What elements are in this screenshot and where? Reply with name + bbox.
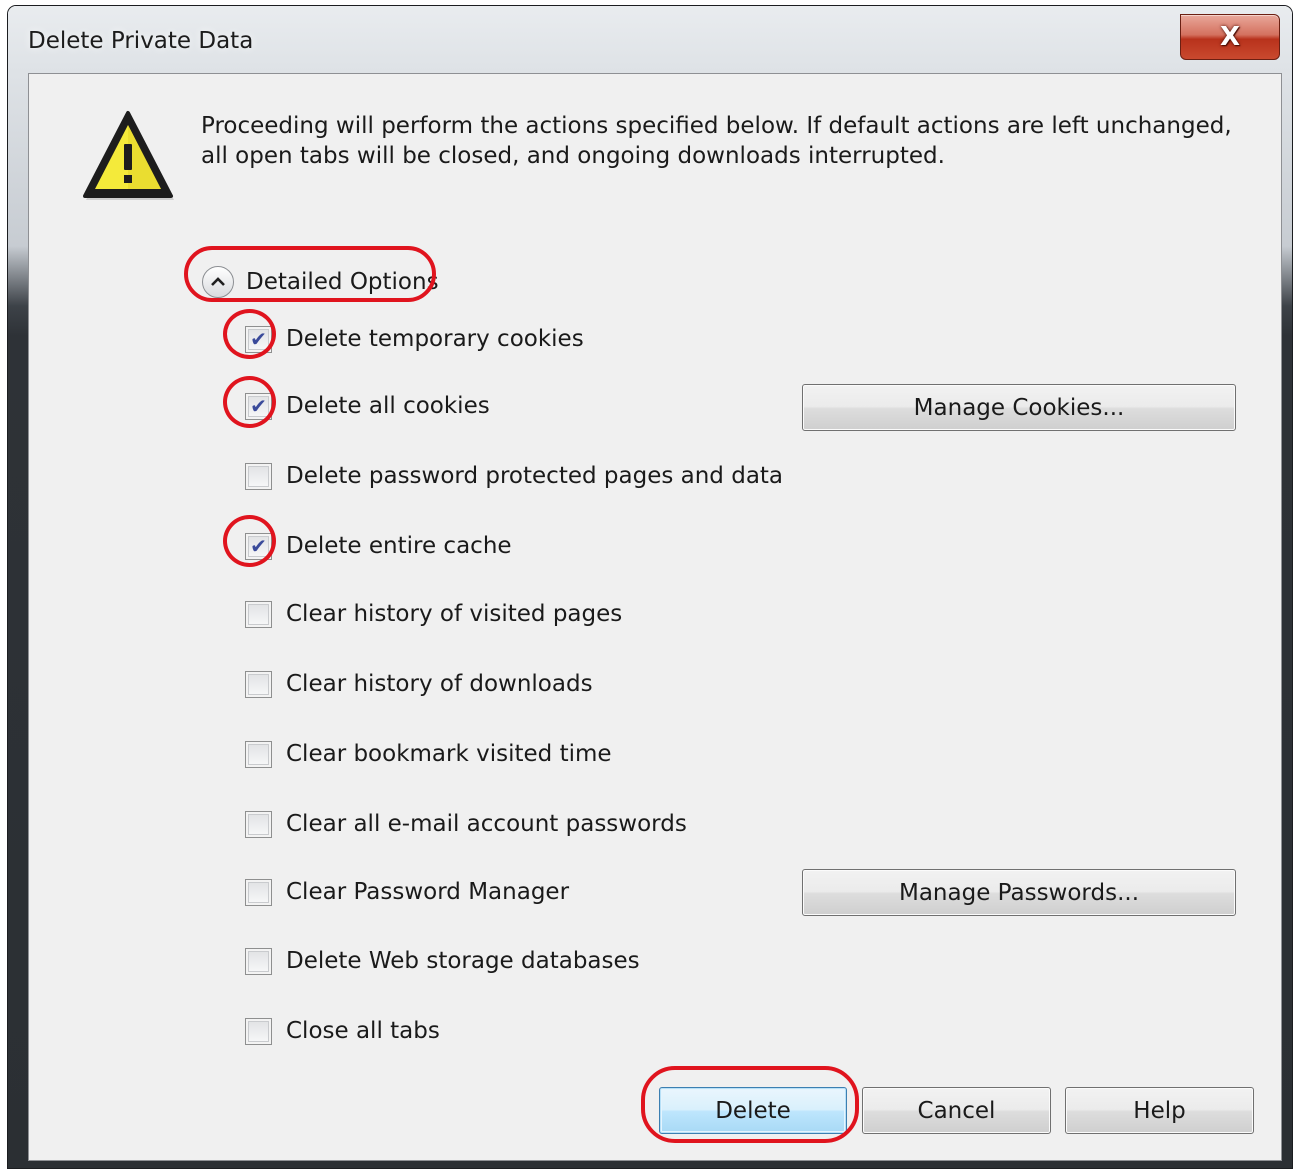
option-delete-web-storage[interactable]: Delete Web storage databases [245, 944, 640, 978]
warning-message: Proceeding will perform the actions spec… [201, 113, 1232, 169]
option-label: Delete temporary cookies [286, 326, 584, 352]
option-label: Clear history of visited pages [286, 601, 623, 627]
checkbox[interactable] [245, 462, 272, 490]
dialog-body: Proceeding will perform the actions spec… [28, 73, 1282, 1161]
checkbox[interactable] [245, 600, 272, 628]
option-label: Clear bookmark visited time [286, 741, 612, 767]
option-clear-history-visited[interactable]: Clear history of visited pages [245, 597, 622, 631]
detailed-options-label: Detailed Options [246, 269, 439, 295]
option-delete-all-cookies[interactable]: ✔ Delete all cookies [245, 389, 490, 423]
warning-icon [83, 111, 174, 200]
manage-passwords-button[interactable]: Manage Passwords... [802, 869, 1236, 916]
option-clear-password-manager[interactable]: Clear Password Manager [245, 875, 569, 909]
delete-button[interactable]: Delete [659, 1087, 847, 1134]
checkbox[interactable] [245, 947, 272, 975]
option-delete-temporary-cookies[interactable]: ✔ Delete temporary cookies [245, 322, 584, 356]
checkbox[interactable]: ✔ [245, 532, 272, 560]
checkbox[interactable]: ✔ [245, 325, 272, 353]
detailed-options-toggle[interactable]: Detailed Options [202, 264, 439, 300]
option-label: Delete all cookies [286, 393, 490, 419]
manage-cookies-button[interactable]: Manage Cookies... [802, 384, 1236, 431]
checkmark-icon: ✔ [250, 394, 267, 418]
checkbox[interactable] [245, 670, 272, 698]
option-label: Clear all e-mail account passwords [286, 811, 687, 837]
option-label: Delete entire cache [286, 533, 512, 559]
checkbox[interactable] [245, 740, 272, 768]
checkbox[interactable]: ✔ [245, 392, 272, 420]
option-label: Delete Web storage databases [286, 948, 640, 974]
close-button[interactable]: X [1180, 14, 1280, 60]
option-clear-bookmark-visited-time[interactable]: Clear bookmark visited time [245, 737, 612, 771]
option-label: Delete password protected pages and data [286, 463, 784, 489]
checkbox[interactable] [245, 810, 272, 838]
help-button[interactable]: Help [1065, 1087, 1254, 1134]
option-label: Clear history of downloads [286, 671, 593, 697]
option-label: Clear Password Manager [286, 879, 570, 905]
option-label: Close all tabs [286, 1018, 440, 1044]
option-clear-email-passwords[interactable]: Clear all e-mail account passwords [245, 807, 687, 841]
dialog-window: Delete Private Data X Proceeding will pe… [8, 6, 1292, 1168]
checkbox[interactable] [245, 878, 272, 906]
window-title: Delete Private Data [28, 28, 254, 54]
checkbox[interactable] [245, 1017, 272, 1045]
checkmark-icon: ✔ [250, 327, 267, 351]
chevron-up-icon[interactable] [202, 266, 234, 298]
option-clear-history-downloads[interactable]: Clear history of downloads [245, 667, 593, 701]
checkmark-icon: ✔ [250, 534, 267, 558]
option-delete-password-protected-pages[interactable]: Delete password protected pages and data [245, 459, 783, 493]
title-bar[interactable]: Delete Private Data X [8, 6, 1292, 74]
cancel-button[interactable]: Cancel [862, 1087, 1051, 1134]
close-icon: X [1219, 22, 1241, 52]
option-close-all-tabs[interactable]: Close all tabs [245, 1014, 440, 1048]
option-delete-entire-cache[interactable]: ✔ Delete entire cache [245, 529, 512, 563]
